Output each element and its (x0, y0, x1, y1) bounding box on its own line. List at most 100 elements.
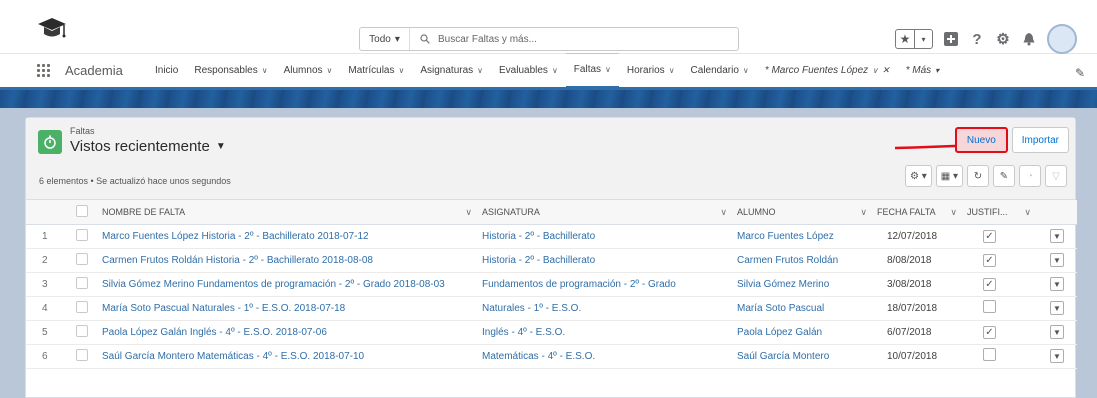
chevron-down-icon[interactable]: ∨ (720, 207, 727, 218)
alumno-link[interactable]: Saúl García Montero (737, 351, 829, 362)
search-scope-select[interactable]: Todo ▾ (360, 28, 410, 50)
asignatura-link[interactable]: Historia - 2º - Bachillerato (482, 231, 595, 242)
nav-tab-7[interactable]: Horarios ∨ (619, 53, 683, 89)
chart-icon[interactable]: ◔ (1019, 165, 1041, 187)
row-select-checkbox[interactable] (76, 348, 88, 361)
table-row: 1 Marco Fuentes López Historia - 2º - Bac… (26, 224, 1077, 249)
alumno-link[interactable]: Paola López Galán (737, 327, 822, 338)
chevron-down-icon[interactable]: ∨ (743, 66, 749, 75)
list-view-header: Faltas Vistos recientemente ▼ 6 elemento… (26, 118, 1075, 200)
search-input[interactable]: Buscar Faltas y más... (410, 28, 738, 50)
nav-tab-label: Horarios (626, 65, 665, 76)
notifications-bell-icon[interactable] (1021, 31, 1037, 47)
row-select-checkbox[interactable] (76, 276, 88, 289)
justificada-checkbox (983, 300, 996, 313)
app-launcher-icon[interactable] (37, 63, 51, 78)
column-header-nombre[interactable]: NOMBRE DE FALTA ∨ (98, 200, 478, 225)
row-number: 1 (42, 230, 48, 242)
edit-nav-pencil-icon[interactable]: ✎ (1075, 66, 1085, 80)
nav-tab-label: Evaluables (499, 65, 548, 76)
row-actions-chevron-icon[interactable]: ▼ (1050, 229, 1064, 243)
nav-tab-label: Asignaturas (420, 65, 474, 76)
falta-name-link[interactable]: Marco Fuentes López Historia - 2º - Bach… (102, 231, 369, 242)
row-actions-chevron-icon[interactable]: ▼ (1050, 253, 1064, 267)
falta-name-link[interactable]: Silvia Gómez Merino Fundamentos de progr… (102, 279, 445, 290)
nav-tab-10[interactable]: * Más ▾ (898, 53, 948, 89)
nav-tab-5[interactable]: Evaluables ∨ (491, 53, 566, 89)
nav-tab-8[interactable]: Calendario ∨ (683, 53, 757, 89)
chevron-down-icon[interactable]: ∨ (605, 65, 611, 74)
chevron-down-icon[interactable]: ∨ (669, 66, 675, 75)
chevron-down-icon[interactable]: ∨ (872, 66, 878, 75)
caret-down-icon: ▼ (215, 141, 226, 152)
list-settings-gear-icon[interactable]: ⚙ ▾ (904, 165, 932, 187)
display-as-table-icon[interactable]: ▦ ▾ (935, 165, 963, 187)
asignatura-link[interactable]: Naturales - 1º - E.S.O. (482, 303, 581, 314)
filter-icon[interactable]: ▽ (1045, 165, 1067, 187)
falta-name-link[interactable]: Saúl García Montero Matemáticas - 4º - E… (102, 351, 364, 362)
close-tab-icon[interactable]: ✕ (882, 65, 890, 76)
help-icon[interactable]: ? (969, 31, 985, 48)
row-select-checkbox[interactable] (76, 300, 88, 313)
new-button[interactable]: Nuevo (954, 127, 1008, 153)
falta-name-link[interactable]: Paola López Galán Inglés - 4º - E.S.O. 2… (102, 327, 327, 338)
row-select-checkbox[interactable] (76, 228, 88, 241)
column-header-alumno[interactable]: ALUMNO ∨ (733, 200, 873, 225)
nav-tab-label: Calendario (690, 65, 739, 76)
chevron-down-icon[interactable]: ∨ (950, 207, 957, 218)
inline-edit-pencil-icon[interactable]: ✎ (993, 165, 1015, 187)
fecha-falta: 18/07/2018 (887, 302, 938, 314)
user-avatar[interactable] (1047, 24, 1077, 54)
row-actions-chevron-icon[interactable]: ▼ (1050, 277, 1064, 291)
chevron-down-icon[interactable]: ∨ (327, 66, 333, 75)
nav-tab-0[interactable]: Inicio (147, 53, 186, 89)
header-banner (0, 90, 1097, 108)
chevron-down-icon[interactable]: ∨ (860, 207, 867, 218)
alumno-link[interactable]: Silvia Gómez Merino (737, 279, 829, 290)
row-select-checkbox[interactable] (76, 252, 88, 265)
column-header-fecha[interactable]: FECHA FALTA ∨ (873, 200, 963, 225)
asignatura-link[interactable]: Historia - 2º - Bachillerato (482, 255, 595, 266)
setup-gear-icon[interactable]: ⚙ (995, 31, 1011, 48)
select-all-checkbox[interactable] (76, 204, 88, 217)
chevron-down-icon[interactable]: ∨ (398, 66, 404, 75)
favorites-button[interactable]: ★ ▾ (895, 29, 933, 49)
column-header-asignatura[interactable]: ASIGNATURA ∨ (478, 200, 733, 225)
table-row: 5 Paola López Galán Inglés - 4º - E.S.O. … (26, 320, 1077, 345)
nav-tab-6[interactable]: Faltas ∨ (565, 52, 619, 89)
chevron-down-icon[interactable]: ∨ (477, 66, 483, 75)
global-actions-plus-icon[interactable] (943, 31, 959, 47)
row-actions-chevron-icon[interactable]: ▼ (1050, 301, 1064, 315)
row-actions-chevron-icon[interactable]: ▼ (1050, 325, 1064, 339)
alumno-link[interactable]: Carmen Frutos Roldán (737, 255, 838, 266)
nav-tab-9[interactable]: * Marco Fuentes López ∨ ✕ (757, 53, 898, 89)
chevron-down-icon[interactable]: ∨ (465, 207, 472, 218)
table-row: 3 Silvia Gómez Merino Fundamentos de prog… (26, 272, 1077, 297)
asignatura-link[interactable]: Inglés - 4º - E.S.O. (482, 327, 565, 338)
falta-name-link[interactable]: María Soto Pascual Naturales - 1º - E.S.… (102, 303, 345, 314)
nav-tab-3[interactable]: Matrículas ∨ (340, 53, 412, 89)
chevron-down-icon[interactable]: ∨ (552, 66, 558, 75)
row-select-checkbox[interactable] (76, 324, 88, 337)
nav-tab-1[interactable]: Responsables ∨ (186, 53, 275, 89)
chevron-down-icon[interactable]: ∨ (1024, 207, 1031, 218)
asignatura-link[interactable]: Matemáticas - 4º - E.S.O. (482, 351, 595, 362)
falta-name-link[interactable]: Carmen Frutos Roldán Historia - 2º - Bac… (102, 255, 373, 266)
nav-tab-label: Faltas (573, 64, 602, 75)
row-actions-chevron-icon[interactable]: ▼ (1050, 349, 1064, 363)
import-button[interactable]: Importar (1011, 127, 1069, 153)
column-header-justificada[interactable]: JUSTIFI... ∨ (963, 200, 1037, 225)
chevron-down-icon[interactable]: ∨ (262, 66, 268, 75)
refresh-icon[interactable]: ↻ (967, 165, 989, 187)
justificada-checkbox: ✓ (983, 325, 996, 339)
graduation-cap-logo-icon[interactable] (36, 15, 68, 43)
nav-tab-label: Inicio (155, 65, 179, 76)
list-view-card: Faltas Vistos recientemente ▼ 6 elemento… (25, 117, 1077, 398)
asignatura-link[interactable]: Fundamentos de programación - 2º - Grado (482, 279, 676, 290)
alumno-link[interactable]: María Soto Pascual (737, 303, 824, 314)
alumno-link[interactable]: Marco Fuentes López (737, 231, 834, 242)
nav-tab-2[interactable]: Alumnos ∨ (276, 53, 341, 89)
nav-tab-4[interactable]: Asignaturas ∨ (412, 53, 491, 89)
list-view-selector[interactable]: Vistos recientemente ▼ (70, 138, 226, 155)
search-icon (420, 34, 430, 44)
